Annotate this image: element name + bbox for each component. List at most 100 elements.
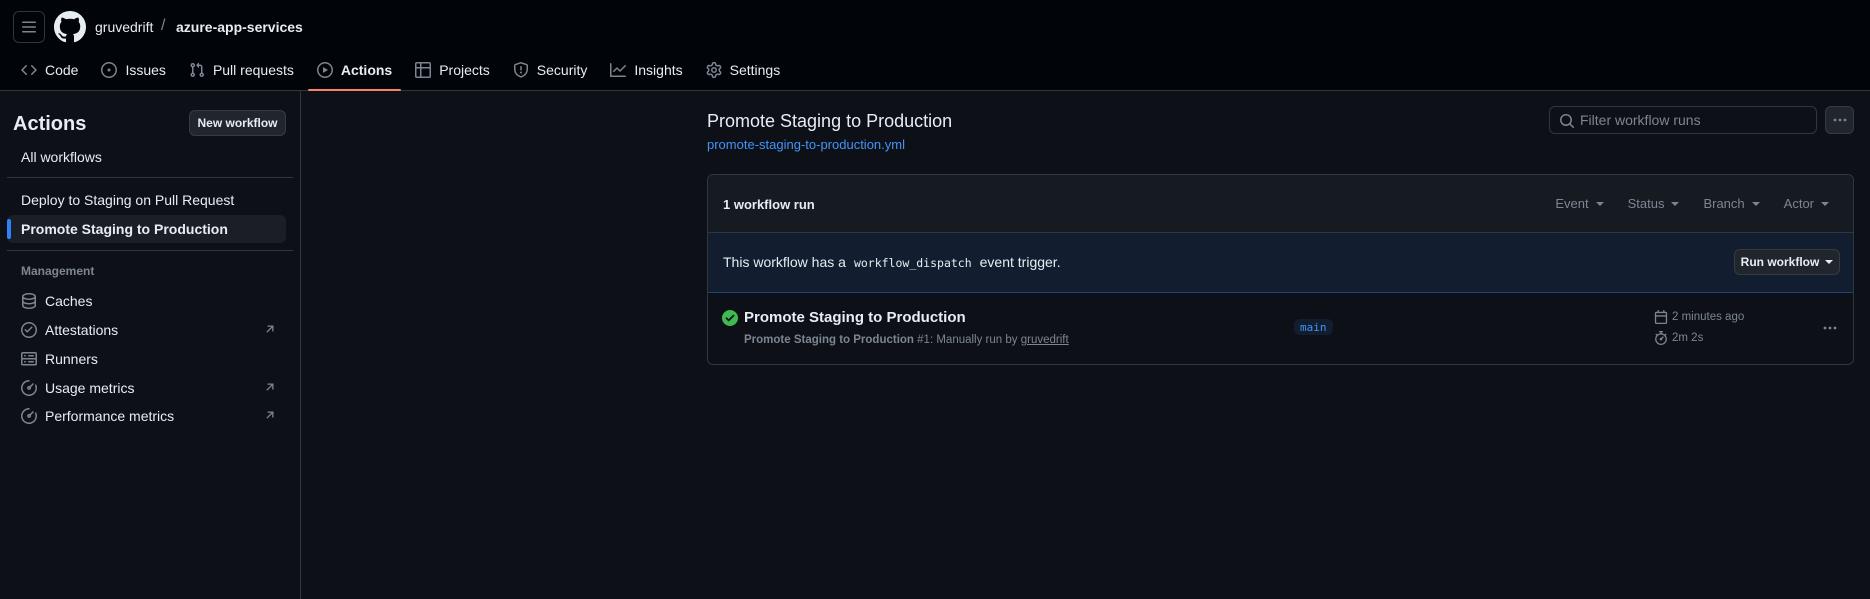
runs-header: 1 workflow run Event Status Branch Actor xyxy=(708,175,1853,233)
server-icon xyxy=(21,351,37,367)
filter-label: Actor xyxy=(1783,196,1814,211)
sidebar-item-label: Usage metrics xyxy=(45,380,135,396)
sidebar-divider xyxy=(7,250,293,251)
workflow-run-row[interactable]: Promote Staging to Production Promote St… xyxy=(708,293,1853,364)
tab-label: Security xyxy=(536,62,588,78)
workflow-file-link[interactable]: promote-staging-to-production.yml xyxy=(707,137,905,152)
repo-nav: Code Issues Pull requests Actions Projec… xyxy=(12,56,794,91)
dispatch-banner: This workflow has a workflow_dispatch ev… xyxy=(708,233,1853,293)
sidebar-item-label: Attestations xyxy=(45,322,119,338)
sidebar-item-runners[interactable]: Runners xyxy=(7,345,286,373)
menu-button[interactable] xyxy=(13,11,45,43)
sidebar-item-label: Deploy to Staging on Pull Request xyxy=(21,192,235,208)
chevron-down-icon xyxy=(1595,201,1604,206)
filter-label: Status xyxy=(1627,196,1665,211)
more-options-button[interactable] xyxy=(1825,106,1854,134)
verified-icon xyxy=(21,322,37,338)
dispatch-suffix: event trigger. xyxy=(979,254,1061,270)
sidebar-item-performance-metrics[interactable]: Performance metrics xyxy=(7,402,286,430)
tab-insights[interactable]: Insights xyxy=(601,56,691,84)
link-external-icon xyxy=(264,323,276,335)
table-icon xyxy=(415,62,432,78)
filter-workflow-runs[interactable] xyxy=(1549,106,1817,134)
filter-status[interactable]: Status xyxy=(1628,196,1680,211)
dispatch-prefix: This workflow has a xyxy=(723,254,846,270)
sidebar-item-usage-metrics[interactable]: Usage metrics xyxy=(7,374,286,402)
run-actor-link[interactable]: gruvedrift xyxy=(1021,334,1069,346)
dispatch-text: This workflow has a workflow_dispatch ev… xyxy=(723,254,1061,270)
database-icon xyxy=(21,293,37,309)
graph-icon xyxy=(610,63,627,77)
chevron-down-icon xyxy=(1825,260,1834,264)
sidebar-item-workflow-selected[interactable]: Promote Staging to Production xyxy=(7,215,286,243)
filter-branch[interactable]: Branch xyxy=(1703,196,1760,211)
sidebar-item-label: Caches xyxy=(45,293,93,309)
calendar-icon xyxy=(1654,310,1668,324)
tab-security[interactable]: Security xyxy=(504,56,597,84)
sidebar-item-label: Runners xyxy=(45,351,98,367)
tab-label: Projects xyxy=(439,62,490,78)
filter-actor[interactable]: Actor xyxy=(1784,196,1829,211)
tab-settings[interactable]: Settings xyxy=(697,56,790,84)
chevron-down-icon xyxy=(1751,201,1760,206)
sidebar-title: Actions xyxy=(13,113,87,135)
run-meta-text: #1: Manually run by xyxy=(917,334,1018,346)
run-duration-value: 2m 2s xyxy=(1672,332,1704,344)
play-icon xyxy=(316,62,333,78)
sidebar-item-all-workflows[interactable]: All workflows xyxy=(7,143,286,171)
tab-issues[interactable]: Issues xyxy=(92,56,174,84)
run-duration: 2m 2s xyxy=(1654,331,1703,345)
github-logo-icon[interactable] xyxy=(54,11,86,43)
shield-icon xyxy=(513,62,528,78)
tab-actions[interactable]: Actions xyxy=(307,56,402,91)
tab-projects[interactable]: Projects xyxy=(406,56,499,84)
tab-label: Insights xyxy=(634,62,683,78)
run-meta: Promote Staging to Production #1: Manual… xyxy=(744,334,1069,346)
branch-label[interactable]: main xyxy=(1294,319,1333,335)
run-title[interactable]: Promote Staging to Production xyxy=(744,309,966,326)
breadcrumb-repo[interactable]: azure-app-services xyxy=(176,19,303,35)
sidebar-divider xyxy=(7,177,293,178)
search-input[interactable] xyxy=(1580,112,1800,128)
new-workflow-button[interactable]: New workflow xyxy=(189,110,286,136)
gear-icon xyxy=(706,62,722,78)
tab-code[interactable]: Code xyxy=(12,56,87,84)
breadcrumb-owner[interactable]: gruvedrift xyxy=(95,19,153,35)
page-title: Promote Staging to Production xyxy=(707,111,953,131)
link-external-icon xyxy=(264,409,276,421)
run-options-button[interactable] xyxy=(1822,320,1838,336)
chevron-down-icon xyxy=(1821,201,1829,206)
breadcrumb-separator: / xyxy=(161,17,166,34)
tab-label: Pull requests xyxy=(212,62,294,78)
actions-sidebar: Actions New workflow All workflows Deplo… xyxy=(0,91,301,599)
git-pull-request-icon xyxy=(190,62,204,78)
tab-label: Settings xyxy=(729,62,781,78)
run-timestamp: 2 minutes ago xyxy=(1654,310,1744,324)
meter-icon xyxy=(21,408,37,424)
sidebar-item-caches[interactable]: Caches xyxy=(7,287,286,315)
sidebar-item-workflow[interactable]: Deploy to Staging on Pull Request xyxy=(7,186,286,214)
tab-label: Actions xyxy=(340,62,393,78)
kebab-horizontal-icon xyxy=(1833,118,1846,122)
workflow-runs-box: 1 workflow run Event Status Branch Actor… xyxy=(707,174,1854,365)
meter-icon xyxy=(21,380,37,396)
search-icon xyxy=(1559,113,1575,129)
tab-label: Code xyxy=(45,62,79,78)
filter-label: Event xyxy=(1555,196,1589,211)
filter-label: Branch xyxy=(1703,196,1745,211)
run-count: 1 workflow run xyxy=(723,197,815,212)
sidebar-item-label: All workflows xyxy=(21,149,102,165)
filter-event[interactable]: Event xyxy=(1555,196,1604,211)
sidebar-item-attestations[interactable]: Attestations xyxy=(7,316,286,344)
run-meta-name: Promote Staging to Production xyxy=(744,334,914,346)
chevron-down-icon xyxy=(1671,201,1680,206)
sidebar-item-label: Promote Staging to Production xyxy=(21,221,228,237)
link-external-icon xyxy=(264,381,276,393)
run-filters: Event Status Branch Actor xyxy=(1555,196,1829,211)
dispatch-code: workflow_dispatch xyxy=(853,256,972,270)
run-workflow-button[interactable]: Run workflow xyxy=(1734,249,1840,275)
tab-pull-requests[interactable]: Pull requests xyxy=(180,56,303,84)
kebab-horizontal-icon xyxy=(1823,326,1837,330)
app-header: gruvedrift / azure-app-services Code Iss… xyxy=(0,0,1870,91)
run-when: 2 minutes ago xyxy=(1672,311,1745,323)
